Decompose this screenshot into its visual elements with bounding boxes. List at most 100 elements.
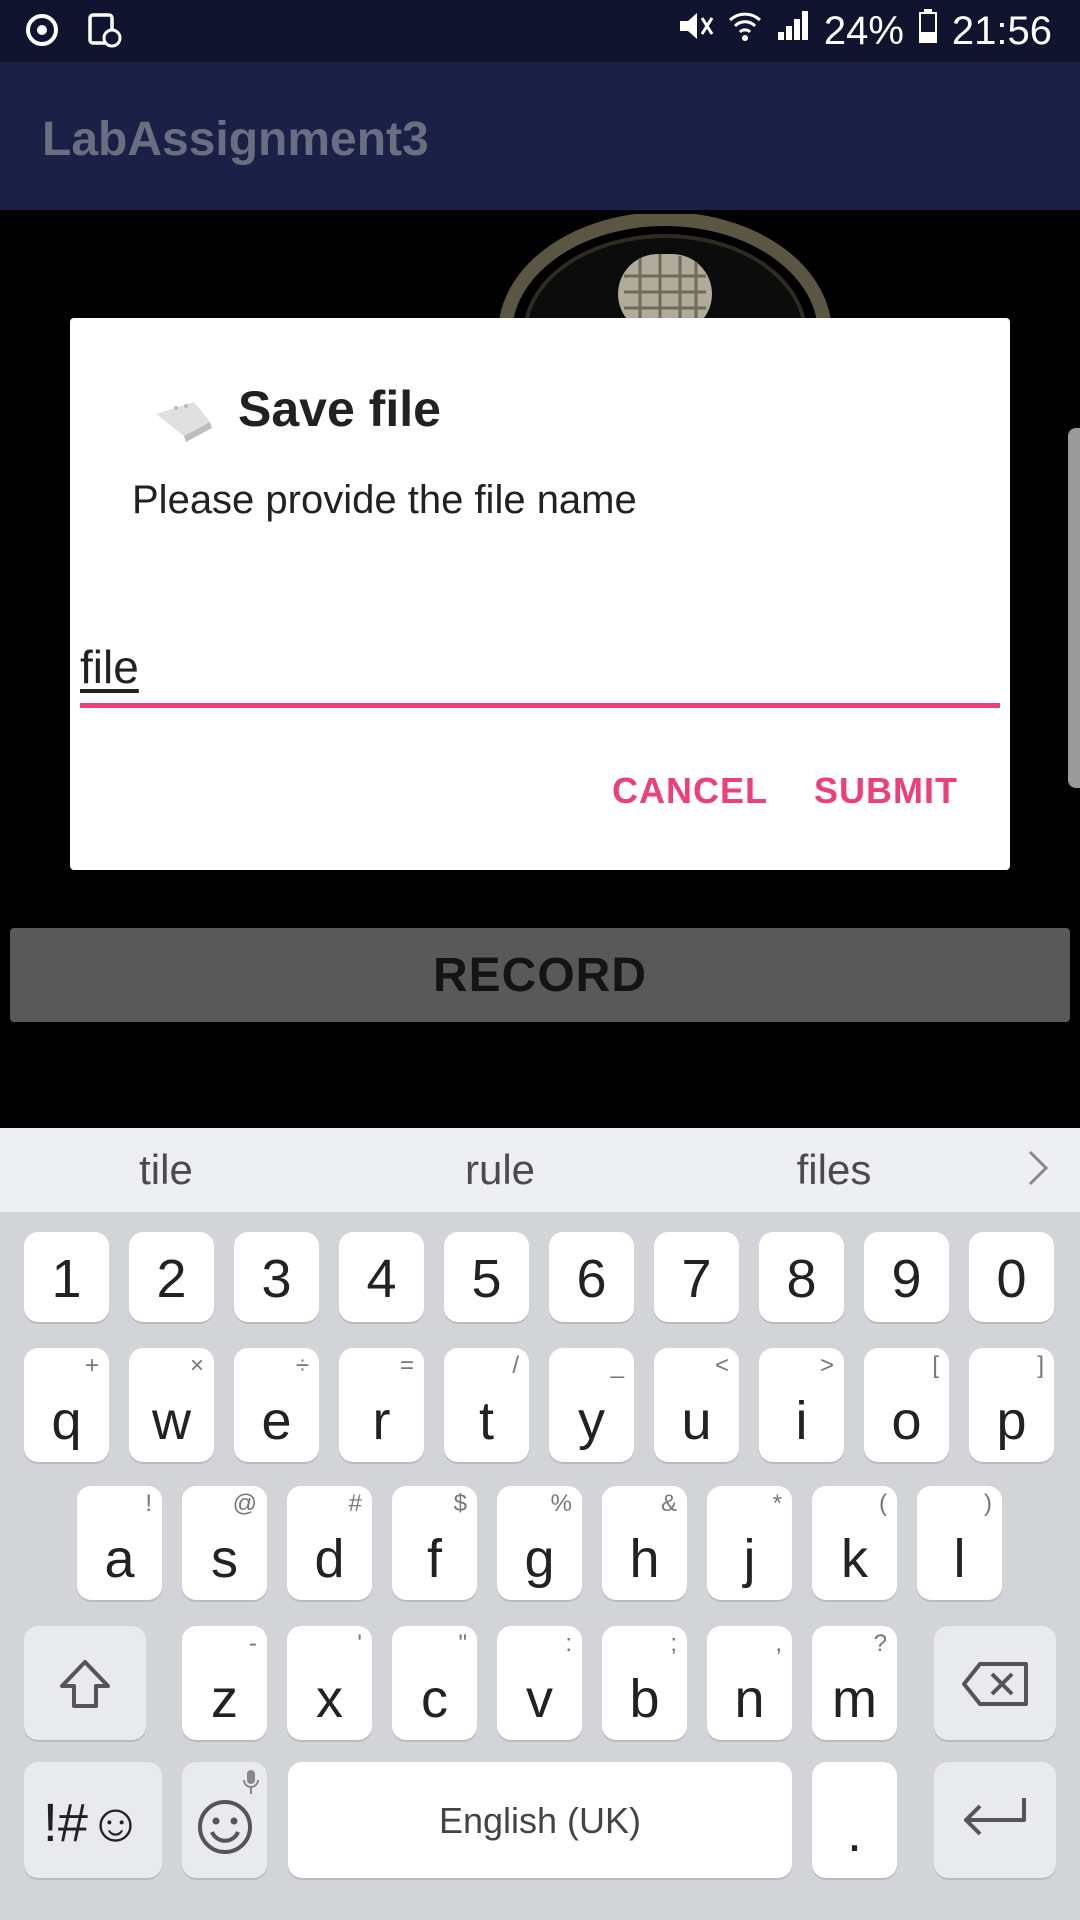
key-label: o [891, 1391, 922, 1451]
shift-icon [60, 1660, 110, 1708]
key-label: k [841, 1529, 868, 1589]
key-label: l [953, 1529, 966, 1589]
key-g[interactable]: g% [497, 1486, 582, 1600]
key-label: English (UK) [438, 1800, 642, 1841]
key-alt-label: [ [932, 1352, 939, 1379]
key-k[interactable]: k( [812, 1486, 897, 1600]
key-z[interactable]: z- [182, 1626, 267, 1740]
key-a[interactable]: a! [77, 1486, 162, 1600]
period-key[interactable]: . [812, 1762, 897, 1878]
side-panel-handle[interactable] [1068, 428, 1080, 788]
suggestion-item[interactable]: files [724, 1146, 944, 1194]
key-label: j [743, 1529, 756, 1589]
suggestion-item[interactable]: tile [56, 1146, 276, 1194]
key-label: y [578, 1391, 605, 1451]
key-n[interactable]: n, [707, 1626, 792, 1740]
key-alt-label: = [399, 1352, 414, 1379]
key-label: c [421, 1669, 448, 1729]
key-c[interactable]: c " [392, 1626, 477, 1740]
key-v[interactable]: v: [497, 1626, 582, 1740]
key-alt-label: # [348, 1490, 362, 1517]
symbols-key[interactable]: !#☺ [24, 1762, 162, 1878]
key-i[interactable]: i > [759, 1348, 844, 1462]
key-alt-label: , [775, 1630, 782, 1657]
key-label: 3 [261, 1249, 292, 1309]
cancel-button[interactable]: CANCEL [612, 770, 768, 812]
key-label: 4 [366, 1249, 397, 1309]
battery-icon [918, 8, 938, 54]
key-d[interactable]: d # [287, 1486, 372, 1600]
emoji-key[interactable] [182, 1762, 267, 1878]
key-3[interactable]: 3 [234, 1232, 319, 1322]
key-label: d [314, 1529, 345, 1589]
key-alt-label: < [714, 1352, 729, 1379]
key-w[interactable]: w × [129, 1348, 214, 1462]
record-button[interactable]: RECORD [10, 928, 1070, 1022]
key-label: r [372, 1391, 391, 1451]
key-t[interactable]: t / [444, 1348, 529, 1462]
suggestion-item[interactable]: rule [390, 1146, 610, 1194]
key-alt-label: ) [984, 1490, 992, 1517]
shift-key[interactable] [24, 1626, 146, 1740]
key-label: 2 [156, 1249, 187, 1309]
key-label: m [832, 1669, 877, 1729]
key-b[interactable]: b; [602, 1626, 687, 1740]
microphone-image [500, 214, 832, 334]
key-q[interactable]: q + [24, 1348, 109, 1462]
key-5[interactable]: 5 [444, 1232, 529, 1322]
key-8[interactable]: 8 [759, 1232, 844, 1322]
key-j[interactable]: j * [707, 1486, 792, 1600]
key-label: 9 [891, 1249, 922, 1309]
backspace-key[interactable] [934, 1626, 1056, 1740]
key-label: 5 [471, 1249, 502, 1309]
key-alt-label: _ [610, 1352, 624, 1379]
key-7[interactable]: 7 [654, 1232, 739, 1322]
key-0[interactable]: 0 [969, 1232, 1054, 1322]
key-label: g [524, 1529, 555, 1589]
key-2[interactable]: 2 [129, 1232, 214, 1322]
soft-keyboard: tile rule files 1 2 3 4 5 6 7 8 9 0 q + w × e ÷ r = t / y _ u <… [0, 1128, 1080, 1920]
chevron-right-icon[interactable] [1026, 1148, 1052, 1193]
key-l[interactable]: l) [917, 1486, 1002, 1600]
key-h[interactable]: h & [602, 1486, 687, 1600]
wifi-icon [728, 8, 762, 54]
key-o[interactable]: o[ [864, 1348, 949, 1462]
key-u[interactable]: u < [654, 1348, 739, 1462]
key-label: 0 [996, 1249, 1027, 1309]
key-6[interactable]: 6 [549, 1232, 634, 1322]
app-icon [156, 402, 212, 442]
key-label: q [51, 1391, 82, 1451]
key-f[interactable]: f $ [392, 1486, 477, 1600]
key-label: p [996, 1391, 1027, 1451]
space-bar[interactable]: English (UK) [288, 1762, 792, 1878]
key-x[interactable]: x ' [287, 1626, 372, 1740]
key-alt-label: - [249, 1630, 257, 1657]
enter-icon [964, 1798, 1026, 1836]
key-label: i [795, 1391, 808, 1451]
suggestion-bar: tile rule files [0, 1128, 1080, 1212]
enter-key[interactable] [934, 1762, 1056, 1878]
key-m[interactable]: m? [812, 1626, 897, 1740]
key-label: 7 [681, 1249, 712, 1309]
key-label: n [734, 1669, 765, 1729]
file-name-input[interactable] [80, 630, 1000, 708]
key-label: !#☺ [42, 1793, 144, 1853]
key-4[interactable]: 4 [339, 1232, 424, 1322]
key-9[interactable]: 9 [864, 1232, 949, 1322]
key-y[interactable]: y _ [549, 1348, 634, 1462]
key-label: t [478, 1391, 494, 1451]
key-p[interactable]: p] [969, 1348, 1054, 1462]
key-label: v [526, 1669, 553, 1729]
microphone-icon [243, 1770, 259, 1794]
key-1[interactable]: 1 [24, 1232, 109, 1322]
key-label: h [629, 1529, 660, 1589]
key-s[interactable]: s @ [182, 1486, 267, 1600]
key-r[interactable]: r = [339, 1348, 424, 1462]
key-alt-label: & [660, 1490, 677, 1517]
dialog-message: Please provide the file name [132, 478, 637, 522]
key-e[interactable]: e ÷ [234, 1348, 319, 1462]
key-alt-label: × [189, 1352, 204, 1379]
submit-button[interactable]: SUBMIT [814, 770, 958, 812]
mute-icon [676, 8, 714, 54]
key-alt-label: : [565, 1630, 572, 1657]
